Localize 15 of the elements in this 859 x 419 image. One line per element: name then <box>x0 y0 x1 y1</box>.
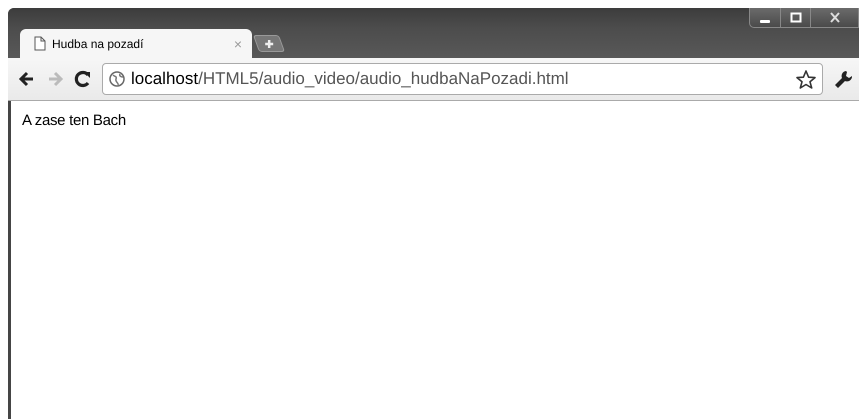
plus-icon <box>264 38 274 48</box>
maximize-icon <box>788 11 802 24</box>
star-icon[interactable] <box>796 70 816 88</box>
back-button[interactable] <box>18 70 36 88</box>
browser-tab[interactable]: Hudba na pozadí × <box>20 29 252 58</box>
url-text: localhost/HTML5/audio_video/audio_hudbaNaPozadi.html <box>131 69 569 89</box>
page-text: A zase ten Bach <box>22 112 126 129</box>
wrench-icon[interactable] <box>833 69 853 89</box>
address-field[interactable]: localhost/HTML5/audio_video/audio_hudbaNaPozadi.html <box>102 63 823 95</box>
minimize-icon <box>760 20 770 23</box>
reload-button[interactable] <box>74 70 92 88</box>
globe-icon <box>109 71 125 87</box>
close-icon <box>828 11 842 24</box>
page-icon <box>34 36 46 51</box>
new-tab-button[interactable] <box>252 35 286 52</box>
